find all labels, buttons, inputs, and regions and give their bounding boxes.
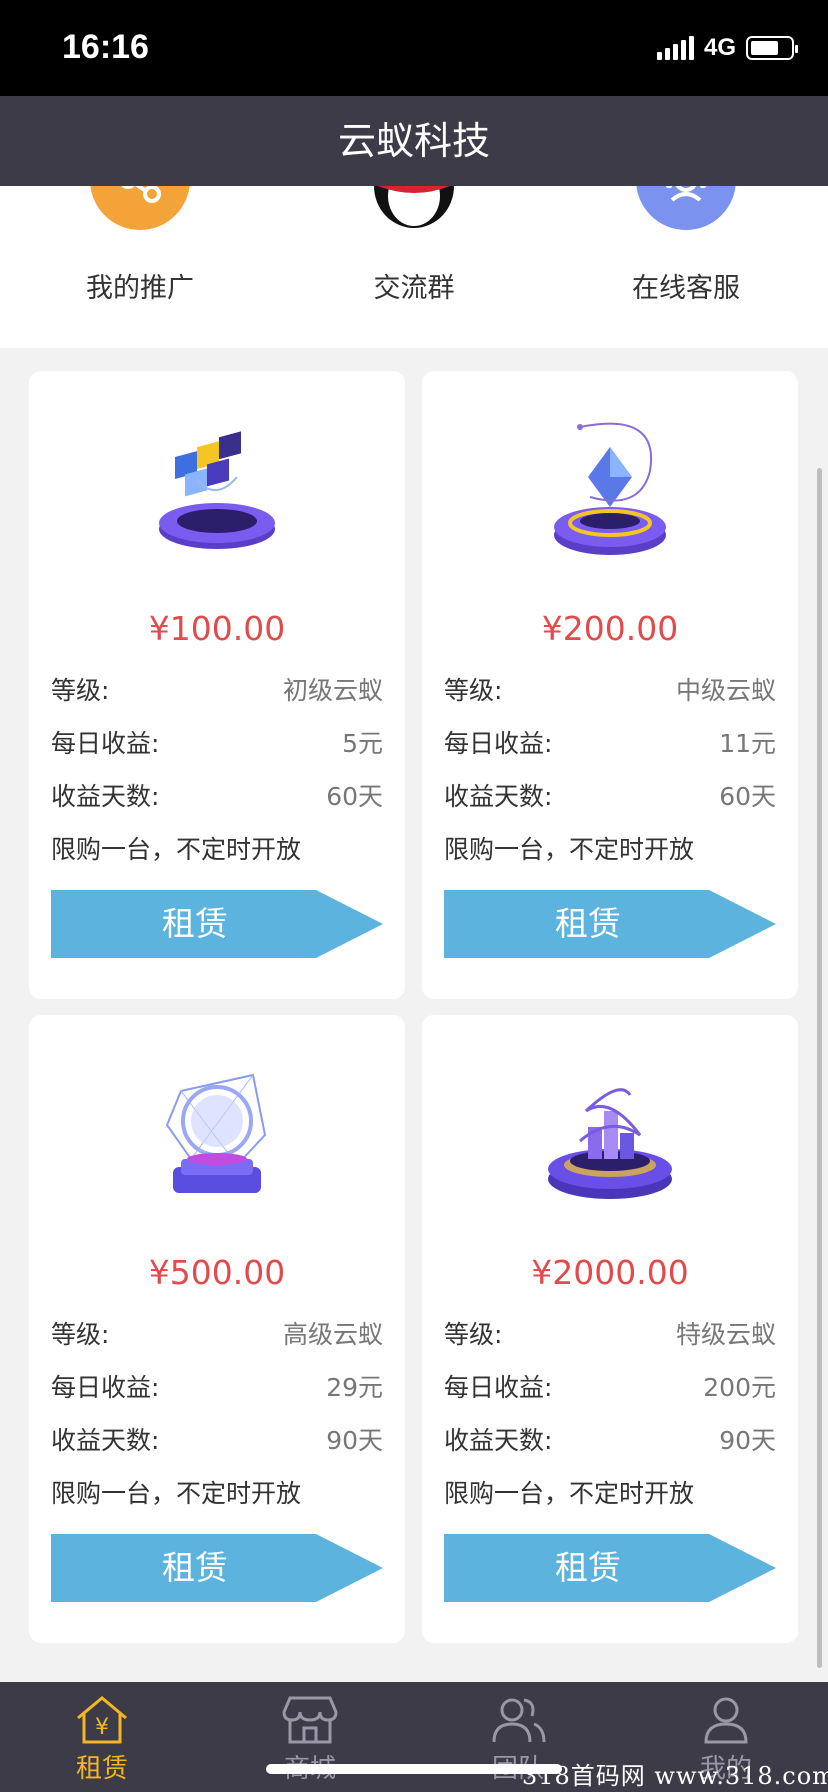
income-days-row: 收益天数: 60天: [51, 777, 383, 817]
svg-text:¥: ¥: [95, 1715, 109, 1740]
level-value: 初级云蚁: [282, 676, 383, 705]
scrollbar[interactable]: [817, 468, 822, 1668]
purchase-limit-note: 限购一台，不定时开放: [444, 835, 695, 864]
daily-income-row: 每日收益: 5元: [51, 724, 383, 764]
level-row: 等级: 特级云蚁: [444, 1315, 776, 1355]
tab-label: 租赁: [75, 1754, 128, 1784]
page-title: 云蚁科技: [0, 96, 828, 186]
product-price: ¥500.00: [148, 1253, 286, 1292]
income-days-value: 90天: [326, 1426, 383, 1455]
level-value: 特级云蚁: [675, 1320, 776, 1349]
rent-button-label: 租赁: [555, 904, 621, 943]
level-label: 等级:: [51, 1320, 110, 1349]
product-price: ¥2000.00: [531, 1253, 689, 1292]
product-price: ¥200.00: [541, 609, 679, 648]
income-days-value: 60天: [326, 782, 383, 811]
purchase-limit-note: 限购一台，不定时开放: [51, 1479, 302, 1508]
rent-button[interactable]: 租赁: [444, 890, 776, 958]
daily-income-row: 每日收益: 200元: [444, 1368, 776, 1408]
level-value: 中级云蚁: [675, 676, 776, 705]
daily-income-value: 5元: [342, 729, 383, 758]
home-indicator[interactable]: [266, 1764, 562, 1774]
income-days-value: 90天: [719, 1426, 776, 1455]
product-price: ¥100.00: [148, 609, 286, 648]
status-time: 16:16: [62, 28, 149, 66]
profile-icon: [704, 1697, 748, 1744]
level-row: 等级: 初级云蚁: [51, 671, 383, 711]
status-bar: 16:16 4G: [0, 0, 828, 96]
product-card: ¥100.00 等级: 初级云蚁 每日收益: 5元 收益天数: 60天 限购一台，不定…: [29, 371, 405, 999]
product-card: ¥2000.00 等级: 特级云蚁 每日收益: 200元 收益天数: 90天 限购一台…: [422, 1015, 798, 1643]
rent-button[interactable]: 租赁: [444, 1534, 776, 1602]
income-days-row: 收益天数: 90天: [444, 1421, 776, 1461]
daily-income-row: 每日收益: 29元: [51, 1368, 383, 1408]
tab-rent[interactable]: ¥ 租赁: [42, 1694, 162, 1785]
product-card: ¥500.00 等级: 高级云蚁 每日收益: 29元 收益天数: 90天 限购一台，不…: [29, 1015, 405, 1643]
income-days-label: 收益天数:: [444, 1426, 553, 1455]
level-row: 等级: 高级云蚁: [51, 1315, 383, 1355]
income-days-label: 收益天数:: [51, 1426, 160, 1455]
team-icon: [492, 1698, 546, 1743]
purchase-limit-note: 限购一台，不定时开放: [444, 1479, 695, 1508]
daily-income-label: 每日收益:: [444, 729, 553, 758]
rent-button-label: 租赁: [555, 1548, 621, 1587]
daily-income-label: 每日收益:: [51, 729, 160, 758]
store-icon: [282, 1696, 338, 1744]
rent-home-icon: ¥: [77, 1696, 127, 1744]
signal-icon: [656, 36, 694, 60]
purchase-limit-note: 限购一台，不定时开放: [51, 835, 302, 864]
rent-button[interactable]: 租赁: [51, 1534, 383, 1602]
status-indicators: 4G: [656, 34, 798, 62]
daily-income-label: 每日收益:: [51, 1373, 160, 1402]
network-type: 4G: [703, 34, 736, 61]
income-days-label: 收益天数:: [444, 782, 553, 811]
income-days-label: 收益天数:: [51, 782, 160, 811]
quick-link-label: 在线客服: [632, 273, 740, 304]
daily-income-value: 29元: [326, 1373, 383, 1402]
watermark: 318首码网 www.318.com: [522, 1762, 828, 1790]
daily-income-value: 11元: [719, 729, 776, 758]
rent-button[interactable]: 租赁: [51, 890, 383, 958]
income-days-row: 收益天数: 90天: [51, 1421, 383, 1461]
level-label: 等级:: [444, 1320, 503, 1349]
product-image: [422, 411, 798, 571]
rent-button-label: 租赁: [162, 904, 228, 943]
level-value: 高级云蚁: [282, 1320, 383, 1349]
level-label: 等级:: [444, 676, 503, 705]
battery-icon: [746, 36, 798, 60]
battery-level: [751, 41, 778, 55]
quick-link-label: 交流群: [373, 273, 455, 304]
product-image: [29, 1055, 405, 1215]
daily-income-value: 200元: [703, 1373, 776, 1402]
product-image: [422, 1055, 798, 1215]
quick-links-bar: 我的推广 交流群 在线客服: [0, 130, 828, 348]
level-row: 等级: 中级云蚁: [444, 671, 776, 711]
quick-link-label: 我的推广: [86, 273, 194, 304]
rent-button-label: 租赁: [162, 1548, 228, 1587]
daily-income-label: 每日收益:: [444, 1373, 553, 1402]
income-days-value: 60天: [719, 782, 776, 811]
income-days-row: 收益天数: 60天: [444, 777, 776, 817]
daily-income-row: 每日收益: 11元: [444, 724, 776, 764]
level-label: 等级:: [51, 676, 110, 705]
product-card: ¥200.00 等级: 中级云蚁 每日收益: 11元 收益天数: 60天 限购一台，不…: [422, 371, 798, 999]
product-image: [29, 411, 405, 571]
